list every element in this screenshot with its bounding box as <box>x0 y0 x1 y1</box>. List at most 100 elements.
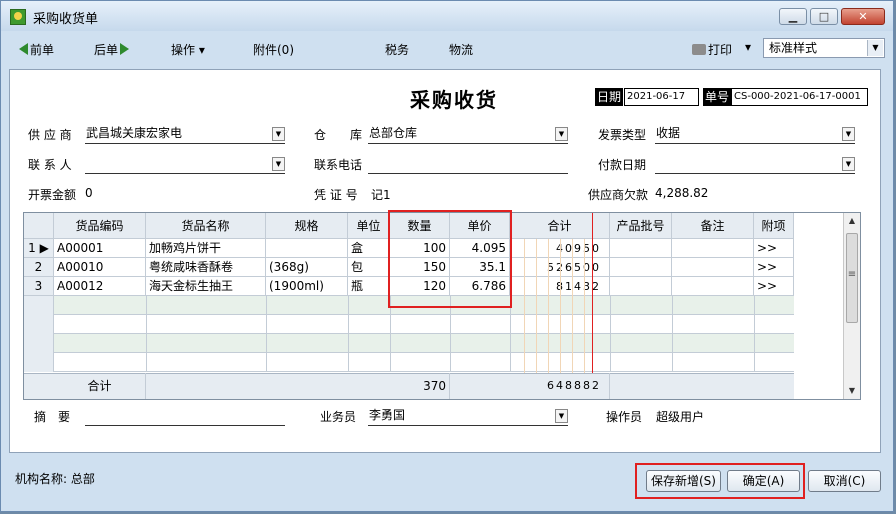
cell-spec[interactable] <box>266 239 348 258</box>
warehouse-field[interactable]: 总部仓库 ▼ <box>368 124 568 144</box>
print-menu-caret[interactable]: ▾ <box>745 40 751 54</box>
contact-field[interactable]: ▼ <box>85 154 285 174</box>
phone-field[interactable] <box>368 154 568 174</box>
print-button[interactable]: 打印 <box>692 41 732 58</box>
cell-code[interactable]: A00010 <box>54 258 146 277</box>
arrow-right-icon <box>120 43 130 55</box>
dropdown-icon[interactable]: ▼ <box>272 157 285 171</box>
close-button[interactable]: ✕ <box>841 8 885 25</box>
table-scrollbar[interactable]: ▲ ▼ <box>843 213 860 399</box>
col-header-unit[interactable]: 单位 <box>348 213 390 239</box>
cell-batch[interactable] <box>610 258 672 277</box>
cell-batch[interactable] <box>610 239 672 258</box>
cancel-button[interactable]: 取消(C) <box>808 470 881 492</box>
next-button[interactable]: 后单 <box>94 41 130 58</box>
salesman-field[interactable]: 李勇国 ▼ <box>368 406 568 426</box>
minimize-button[interactable]: ▁ <box>779 8 807 25</box>
cell-extra-link[interactable]: >> <box>754 239 794 258</box>
row-number[interactable]: 1 ▶ <box>24 239 54 258</box>
empty-row[interactable] <box>24 353 794 372</box>
doc-no-field[interactable]: CS-000-2021-06-17-0001 <box>731 88 868 106</box>
col-header-batch[interactable]: 产品批号 <box>610 213 672 239</box>
col-header-remark[interactable]: 备注 <box>672 213 754 239</box>
supplier-field[interactable]: 武昌城关康宏家电 ▼ <box>85 124 285 144</box>
empty-row[interactable] <box>24 334 794 353</box>
voucher-label: 凭 证 号 <box>314 188 358 202</box>
invoice-type-value: 收据 <box>656 126 681 140</box>
row-number-text: 1 <box>28 241 36 255</box>
print-style-select[interactable]: 标准样式 ▼ <box>763 38 885 58</box>
toolbar: 前单 后单 操作 ▾ 附件(0) 税务 物流 打印 ▾ 标准样式 ▼ <box>9 35 885 65</box>
summary-field[interactable] <box>85 406 285 426</box>
doc-no-label: 单号 <box>703 88 732 106</box>
logistics-button[interactable]: 物流 <box>449 41 473 58</box>
dropdown-icon[interactable]: ▼ <box>555 409 568 423</box>
minimize-icon: ▁ <box>788 10 798 23</box>
cell-remark[interactable] <box>672 239 754 258</box>
cell-unit[interactable]: 包 <box>348 258 390 277</box>
col-header-code[interactable]: 货品编码 <box>54 213 146 239</box>
cell-batch[interactable] <box>610 277 672 296</box>
total-qty: 370 <box>390 373 450 399</box>
close-icon: ✕ <box>858 10 868 23</box>
invoice-type-field[interactable]: 收据 ▼ <box>655 124 855 144</box>
operate-label: 操作 <box>171 43 196 57</box>
row-number[interactable]: 3 <box>24 277 54 296</box>
dropdown-icon[interactable]: ▼ <box>842 127 855 141</box>
invoice-type-label: 发票类型 <box>598 128 647 142</box>
col-header-total[interactable]: 合计 <box>510 213 610 239</box>
scroll-thumb[interactable] <box>846 233 858 323</box>
date-field[interactable]: 2021-06-17 <box>624 88 699 106</box>
operate-menu[interactable]: 操作 ▾ <box>171 41 205 58</box>
col-divider <box>266 296 267 372</box>
next-label: 后单 <box>94 43 119 57</box>
ok-button[interactable]: 确定(A) <box>727 470 800 492</box>
document-title: 采购收货 <box>410 88 498 112</box>
cell-name[interactable]: 加畅鸡片饼干 <box>146 239 266 258</box>
salesman-label: 业务员 <box>320 410 357 424</box>
row-number[interactable]: 2 <box>24 258 54 277</box>
tax-button[interactable]: 税务 <box>385 41 409 58</box>
total-amount: 648882 <box>510 373 610 399</box>
attachment-button[interactable]: 附件(0) <box>253 41 294 58</box>
document-form: 采购收货 日期 2021-06-17 单号 CS-000-2021-06-17-… <box>9 69 881 453</box>
cell-unit[interactable]: 盒 <box>348 239 390 258</box>
cell-name[interactable]: 粤统咸味香酥卷 <box>146 258 266 277</box>
supplier-value: 武昌城关康宏家电 <box>86 126 183 140</box>
supplier-debt-label: 供应商欠款 <box>588 188 649 202</box>
table-corner <box>24 213 54 239</box>
cell-remark[interactable] <box>672 277 754 296</box>
prev-button[interactable]: 前单 <box>19 41 54 58</box>
scroll-down-icon[interactable]: ▼ <box>844 383 860 399</box>
cell-code[interactable]: A00001 <box>54 239 146 258</box>
dropdown-icon[interactable]: ▼ <box>272 127 285 141</box>
pay-date-label: 付款日期 <box>598 158 647 172</box>
cell-extra-link[interactable]: >> <box>754 277 794 296</box>
cell-spec[interactable]: (368g) <box>266 258 348 277</box>
col-header-name[interactable]: 货品名称 <box>146 213 266 239</box>
cell-spec[interactable]: (1900ml) <box>266 277 348 296</box>
col-header-spec[interactable]: 规格 <box>266 213 348 239</box>
warehouse-label: 仓 库 <box>314 128 363 142</box>
summary-label: 摘 要 <box>34 410 71 424</box>
window-controls: ▁ □ ✕ <box>779 8 885 25</box>
cell-name[interactable]: 海天金标生抽王 <box>146 277 266 296</box>
col-header-extra[interactable]: 附项 <box>754 213 794 239</box>
cell-extra-link[interactable]: >> <box>754 258 794 277</box>
maximize-button[interactable]: □ <box>810 8 838 25</box>
dropdown-icon[interactable]: ▼ <box>842 157 855 171</box>
supplier-debt-value: 4,288.82 <box>655 186 709 200</box>
dropdown-icon[interactable]: ▼ <box>555 127 568 141</box>
empty-row[interactable] <box>24 315 794 334</box>
cell-unit[interactable]: 瓶 <box>348 277 390 296</box>
arrow-left-icon <box>19 43 28 55</box>
app-icon <box>10 9 26 25</box>
scroll-up-icon[interactable]: ▲ <box>844 213 860 229</box>
col-divider <box>348 296 349 372</box>
save-new-button[interactable]: 保存新增(S) <box>646 470 721 492</box>
invoice-amount-value: 0 <box>85 186 93 200</box>
cell-code[interactable]: A00012 <box>54 277 146 296</box>
pay-date-field[interactable]: ▼ <box>655 154 855 174</box>
title-bar[interactable]: 采购收货单 ▁ □ ✕ <box>1 1 893 31</box>
cell-remark[interactable] <box>672 258 754 277</box>
